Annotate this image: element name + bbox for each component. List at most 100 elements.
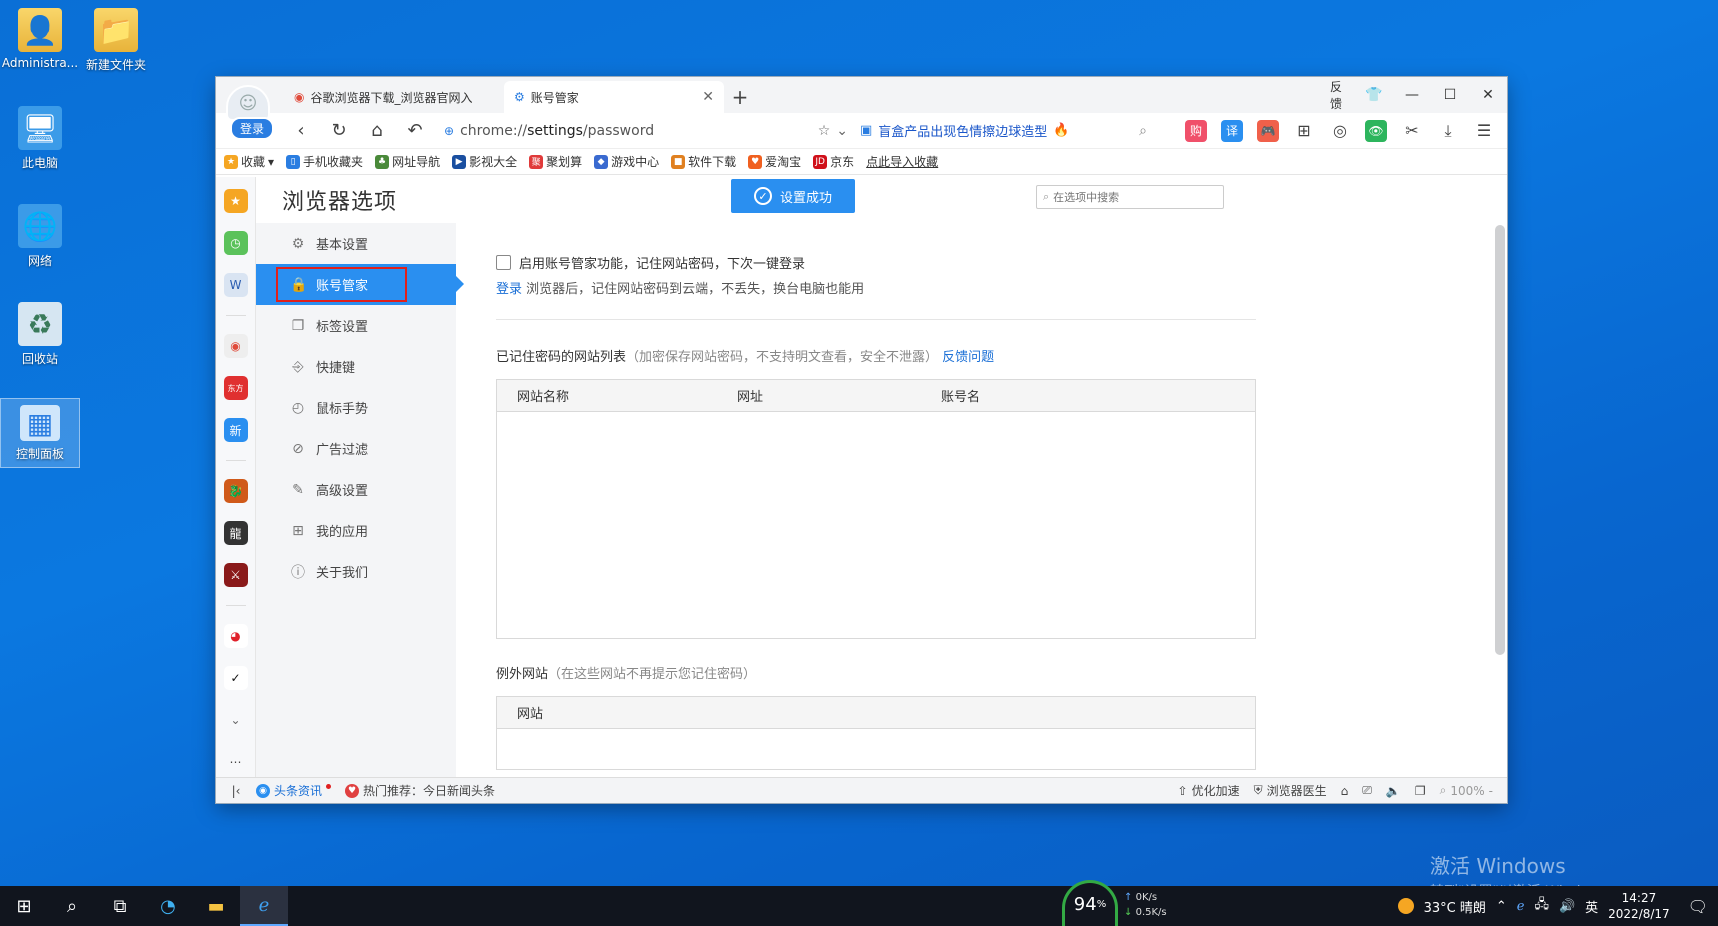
history-clock-icon[interactable]: ◷: [223, 231, 248, 255]
window-icon[interactable]: ❐: [1415, 784, 1426, 798]
volume-icon[interactable]: 🔈: [1386, 784, 1401, 798]
target-icon[interactable]: ◎: [1323, 116, 1357, 146]
bookmark-juhuasuan[interactable]: 聚聚划算: [529, 153, 582, 170]
task-view-icon[interactable]: ⧉: [96, 886, 144, 926]
chevron-down-icon[interactable]: ⌄: [224, 708, 248, 732]
chrome-icon[interactable]: ◉: [223, 334, 248, 358]
close-window-button[interactable]: ✕: [1469, 87, 1507, 103]
start-button[interactable]: ⊞: [0, 886, 48, 926]
minimize-button[interactable]: —: [1393, 87, 1431, 103]
desktop-icon-network[interactable]: 🌐 网络: [0, 204, 80, 269]
account-avatar[interactable]: ☺ 登录: [226, 85, 274, 141]
bookmark-taobao[interactable]: ♥ 爱淘宝: [748, 153, 801, 170]
nav-basic-settings[interactable]: ⚙ 基本设置: [256, 223, 456, 264]
address-bar[interactable]: ⊕ chrome://settings/password ☆ ⌄: [436, 117, 856, 145]
dongfang-icon[interactable]: 东方: [223, 376, 248, 400]
ie-tray-icon[interactable]: ℯ: [1517, 899, 1525, 914]
xin-news-icon[interactable]: 新: [223, 418, 248, 442]
browser-doctor-button[interactable]: ⛨ 浏览器医生: [1254, 782, 1327, 799]
cpu-gauge[interactable]: 94%: [1062, 880, 1118, 926]
search-icon[interactable]: ⌕: [1126, 116, 1160, 146]
hot-recommend[interactable]: ♥ 热门推荐：今日新闻头条: [345, 782, 495, 799]
shopping-button[interactable]: 购: [1179, 116, 1213, 146]
nav-mouse-gestures[interactable]: ◴ 鼠标手势: [256, 387, 456, 428]
home-button[interactable]: ⌂: [360, 116, 394, 146]
new-tab-button[interactable]: +: [724, 81, 756, 113]
cpu-value: 94: [1073, 894, 1097, 915]
tab-close-icon[interactable]: ✕: [702, 89, 714, 105]
notification-icon[interactable]: 🗨: [1688, 897, 1708, 916]
desktop-icon-administrator[interactable]: 👤 Administra...: [0, 8, 80, 70]
ie-browser-icon[interactable]: ℯ: [240, 886, 288, 926]
download-icon[interactable]: ⤓: [1431, 116, 1465, 146]
news-feed-button[interactable]: ◉ 头条资讯: [256, 782, 332, 799]
bookmark-import-link[interactable]: 点此导入收藏: [866, 153, 938, 170]
nav-my-apps[interactable]: ⊞ 我的应用: [256, 510, 456, 551]
bookmark-mobile[interactable]: ▯ 手机收藏夹: [286, 153, 363, 170]
maximize-button[interactable]: ☐: [1431, 87, 1469, 103]
enable-account-manager-option[interactable]: 启用账号管家功能，记住网站密码，下次一键登录: [496, 253, 1256, 272]
login-badge[interactable]: 登录: [230, 117, 274, 140]
nike-icon[interactable]: ✓: [223, 666, 248, 690]
bookmark-games[interactable]: ◆ 游戏中心: [594, 153, 659, 170]
settings-search-input[interactable]: [1053, 190, 1204, 204]
eye-protection-icon[interactable]: 👁: [1359, 116, 1393, 146]
enable-checkbox[interactable]: [496, 255, 511, 270]
edge-browser-icon[interactable]: ◔: [144, 886, 192, 926]
shirt-skin-icon[interactable]: 👕: [1355, 87, 1393, 103]
refresh-button[interactable]: ↻: [322, 116, 356, 146]
desktop-icon-new-folder[interactable]: 📁 新建文件夹: [76, 8, 156, 73]
scissors-icon[interactable]: ✂: [1395, 116, 1429, 146]
back-button[interactable]: ‹: [284, 116, 318, 146]
settings-search[interactable]: ⌕: [1036, 185, 1224, 209]
ime-indicator[interactable]: 英: [1585, 897, 1598, 916]
chevron-up-icon[interactable]: ⌃: [1496, 899, 1507, 914]
nav-about[interactable]: ⓘ 关于我们: [256, 551, 456, 592]
favorites-star-icon[interactable]: ★: [223, 189, 248, 213]
translate-button[interactable]: 译: [1215, 116, 1249, 146]
nav-ad-filter[interactable]: ⊘ 广告过滤: [256, 428, 456, 469]
clock[interactable]: 14:27 2022/8/17: [1608, 890, 1670, 922]
bookmark-favorites[interactable]: ★ 收藏 ▾: [224, 153, 274, 170]
feedback-link[interactable]: 反馈问题: [942, 350, 994, 365]
nav-tab-settings[interactable]: ❐ 标签设置: [256, 305, 456, 346]
zoom-control[interactable]: ⌕ 100% -: [1440, 783, 1493, 798]
game-icon[interactable]: 🎮: [1251, 116, 1285, 146]
undo-close-button[interactable]: ↶: [398, 116, 432, 146]
network-icon[interactable]: ⌂: [1341, 784, 1349, 798]
tab-account-manager[interactable]: ⚙ 账号管家 ✕: [504, 81, 724, 113]
nav-advanced-settings[interactable]: ✎ 高级设置: [256, 469, 456, 510]
screenshot-icon[interactable]: ⎚: [1362, 783, 1372, 798]
login-link[interactable]: 登录: [496, 282, 522, 297]
tab-chrome-download[interactable]: ◉ 谷歌浏览器下载_浏览器官网入: [284, 81, 504, 113]
network-tray-icon[interactable]: 🖧: [1534, 895, 1549, 917]
bookmark-jd[interactable]: JD 京东: [813, 153, 854, 170]
page-scrollbar[interactable]: [1495, 225, 1505, 655]
sidebar-toggle-icon[interactable]: |‹: [216, 784, 256, 798]
desktop-icon-control-panel[interactable]: ▦ 控制面板: [0, 398, 80, 468]
weather-text[interactable]: 33°C 晴朗: [1424, 897, 1486, 916]
game-legend-icon[interactable]: ⚔: [223, 563, 248, 587]
chevron-down-icon[interactable]: ⌄: [836, 123, 848, 139]
desktop-icon-this-pc[interactable]: 🖥 此电脑: [0, 106, 80, 171]
desktop-icon-recycle-bin[interactable]: ♻ 回收站: [0, 302, 80, 367]
file-explorer-icon[interactable]: ▬: [192, 886, 240, 926]
optimize-button[interactable]: ⇧ 优化加速: [1178, 782, 1240, 799]
game-long-icon[interactable]: 龍: [223, 521, 248, 545]
bookmark-nav[interactable]: ♣ 网址导航: [375, 153, 440, 170]
search-icon[interactable]: ⌕: [48, 886, 96, 926]
word-document-icon[interactable]: W: [223, 273, 248, 297]
bookmark-video[interactable]: ▶ 影视大全: [452, 153, 517, 170]
bookmark-star-icon[interactable]: ☆: [818, 123, 831, 139]
feedback-button[interactable]: 反馈: [1317, 78, 1355, 112]
game-dragon-icon[interactable]: 🐉: [223, 479, 248, 503]
news-ticker[interactable]: ▣ 盲盒产品出现色情擦边球造型 🔥: [860, 121, 1122, 140]
bookmark-software[interactable]: ■ 软件下载: [671, 153, 736, 170]
nav-account-manager[interactable]: 🔒 账号管家: [256, 264, 464, 305]
volume-tray-icon[interactable]: 🔊: [1559, 899, 1575, 914]
apps-grid-icon[interactable]: ⊞: [1287, 116, 1321, 146]
nav-shortcuts[interactable]: ⎆ 快捷键: [256, 346, 456, 387]
more-icon[interactable]: ⋯: [224, 750, 248, 774]
menu-icon[interactable]: ☰: [1467, 116, 1501, 146]
weibo-icon[interactable]: ◕: [223, 624, 248, 648]
